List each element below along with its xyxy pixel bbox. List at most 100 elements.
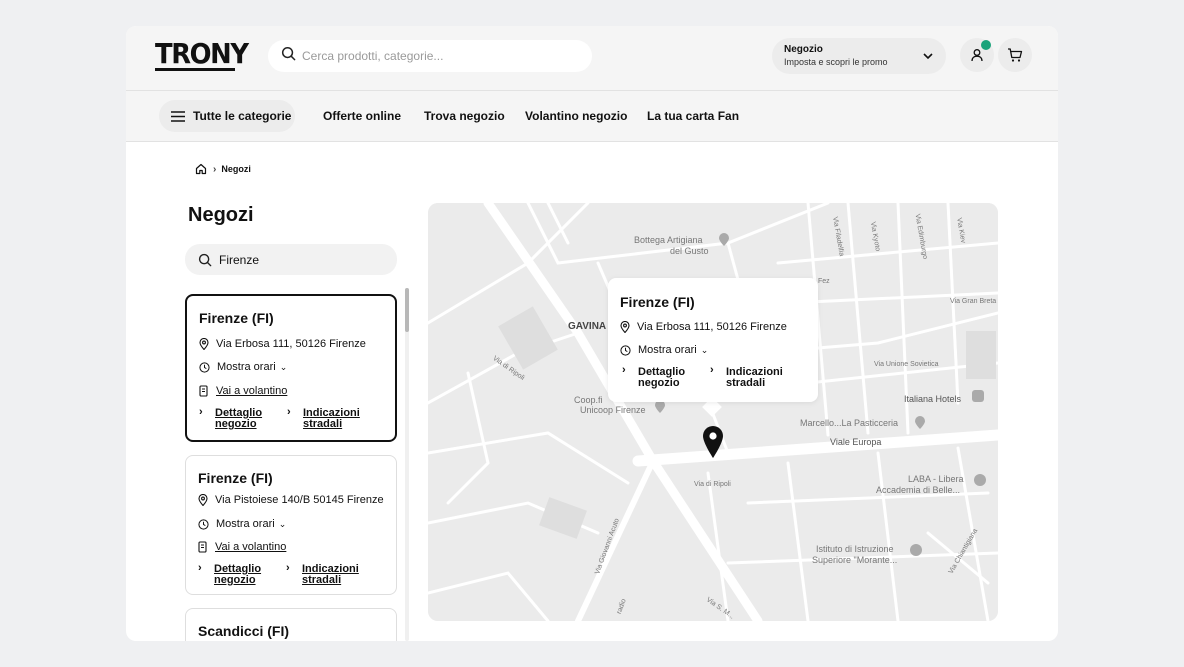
search-input[interactable] (302, 49, 572, 63)
popup-detail-link[interactable]: Dettaglio negozio (638, 367, 685, 389)
chevron-right-icon: › (286, 562, 290, 574)
map-label: Superiore "Morante... (812, 555, 898, 565)
map-label: del Gusto (670, 246, 709, 256)
store-address-text: Via Erbosa 111, 50126 Firenze (216, 338, 366, 350)
map-label: Via Gran Breta (950, 298, 997, 305)
store-detail-link[interactable]: Dettaglio negozio (215, 408, 262, 430)
store-search-value: Firenze (219, 252, 260, 267)
map-label: Fez (818, 278, 830, 285)
map-label: Italiana Hotels (904, 394, 962, 404)
breadcrumb-current: Negozi (221, 164, 251, 174)
chevron-down-icon: ⌄ (278, 518, 287, 529)
nav-link-volantino[interactable]: Volantino negozio (525, 109, 627, 123)
all-categories-button[interactable]: Tutte le categorie (159, 100, 295, 132)
main-nav: Tutte le categorie Offerte online Trova … (126, 90, 1058, 142)
location-pin-icon (198, 494, 208, 506)
nav-link-offerte[interactable]: Offerte online (323, 109, 401, 123)
store-hours-label: Mostra orari (217, 361, 276, 373)
home-icon[interactable] (195, 163, 207, 175)
nav-link-trova-negozio[interactable]: Trova negozio (424, 109, 505, 123)
school-poi-icon (974, 474, 986, 486)
store-card[interactable]: Firenze (FI) Via Pistoiese 140/B 50145 F… (185, 455, 397, 595)
popup-address-text: Via Erbosa 111, 50126 Firenze (637, 321, 787, 333)
popup-store-address: Via Erbosa 111, 50126 Firenze (620, 321, 787, 333)
chevron-right-icon: › (710, 364, 714, 376)
breadcrumb-separator-icon: › (213, 163, 217, 175)
map-label: Via Unione Sovietica (874, 361, 939, 368)
user-icon (971, 49, 983, 62)
location-pin-icon (620, 321, 630, 333)
shop-poi-icon (655, 400, 665, 413)
scrollbar-thumb[interactable] (405, 288, 409, 332)
hotel-poi-icon (972, 390, 984, 402)
map-label: Marcello...La Pasticceria (800, 418, 899, 428)
page-title: Negozi (188, 204, 254, 226)
popup-directions-line2: stradali (726, 377, 766, 389)
logo-text: TRONY (155, 37, 249, 70)
chevron-right-icon: › (622, 364, 626, 376)
store-name: Firenze (FI) (198, 470, 273, 486)
store-flyer-link[interactable]: Vai a volantino (198, 541, 286, 553)
chevron-down-icon (923, 53, 933, 60)
map-label: Coop.fi (574, 395, 603, 405)
cart-button[interactable] (998, 38, 1032, 72)
store-directions-link[interactable]: Indicazioni stradali (302, 564, 359, 586)
logo[interactable]: TRONY (155, 40, 249, 72)
store-detail-link[interactable]: Dettaglio negozio (214, 564, 261, 586)
store-selector-title: Negozio (784, 44, 823, 55)
store-name: Firenze (FI) (199, 310, 274, 326)
store-directions-link[interactable]: Indicazioni stradali (303, 408, 360, 430)
store-directions-line2: stradali (303, 418, 343, 430)
clock-icon (620, 344, 631, 356)
popup-hours-label: Mostra orari (638, 344, 697, 356)
search-icon (281, 46, 296, 66)
map-label: Unicoop Firenze (580, 405, 646, 415)
restaurant-poi-icon (719, 233, 729, 246)
menu-icon (171, 110, 185, 122)
map-label: Accademia di Belle... (876, 485, 961, 495)
store-selector-subtitle: Imposta e scopri le promo (784, 57, 888, 67)
map-label: Istituto di Istruzione (816, 544, 894, 554)
chevron-down-icon: ⌄ (279, 361, 288, 372)
store-name: Scandicci (FI) (198, 623, 290, 639)
chevron-right-icon: › (198, 562, 202, 574)
map-pin-icon[interactable] (702, 425, 724, 459)
map-label: GAVINA (568, 321, 607, 332)
breadcrumb: › Negozi (195, 163, 251, 175)
chevron-down-icon: ⌄ (700, 344, 709, 355)
location-pin-icon (199, 338, 209, 350)
store-hours-toggle[interactable]: Mostra orari ⌄ (198, 518, 286, 530)
flyer-icon (198, 541, 207, 553)
store-flyer-link[interactable]: Vai a volantino (199, 385, 287, 397)
store-flyer-label: Vai a volantino (215, 541, 287, 553)
nav-link-carta-fan[interactable]: La tua carta Fan (647, 109, 739, 123)
flyer-icon (199, 385, 208, 397)
browser-page: TRONY Negozio Imposta e scopri le promo … (126, 26, 1058, 641)
clock-icon (198, 518, 209, 530)
store-search-input[interactable]: Firenze (185, 244, 397, 275)
chevron-right-icon: › (199, 406, 203, 418)
store-selector[interactable]: Negozio Imposta e scopri le promo (772, 38, 946, 74)
store-address-text: Via Pistoiese 140/B 50145 Firenze (215, 494, 384, 506)
notification-dot (981, 40, 991, 50)
store-hours-label: Mostra orari (216, 518, 275, 530)
search-icon (198, 253, 212, 266)
popup-directions-link[interactable]: Indicazioni stradali (726, 367, 783, 389)
map-label: Bottega Artigiana (634, 235, 703, 245)
header: TRONY Negozio Imposta e scopri le promo (126, 26, 1058, 90)
store-card[interactable]: Firenze (FI) Via Erbosa 111, 50126 Firen… (185, 294, 397, 442)
popup-hours-toggle[interactable]: Mostra orari ⌄ (620, 344, 708, 356)
scrollbar-track[interactable] (405, 288, 409, 641)
store-hours-toggle[interactable]: Mostra orari ⌄ (199, 361, 287, 373)
map-label: LABA - Libera (908, 474, 964, 484)
logo-underline (155, 68, 235, 71)
cafe-poi-icon (915, 416, 925, 429)
search-bar[interactable] (268, 40, 592, 72)
store-flyer-label: Vai a volantino (216, 385, 288, 397)
store-detail-line2: negozio (214, 574, 256, 586)
store-map[interactable]: Bottega Artigiana del Gusto GAVINA Coop.… (428, 203, 998, 621)
chevron-right-icon: › (287, 406, 291, 418)
popup-detail-line2: negozio (638, 377, 680, 389)
store-card[interactable]: Scandicci (FI) (185, 608, 397, 641)
store-detail-line2: negozio (215, 418, 257, 430)
